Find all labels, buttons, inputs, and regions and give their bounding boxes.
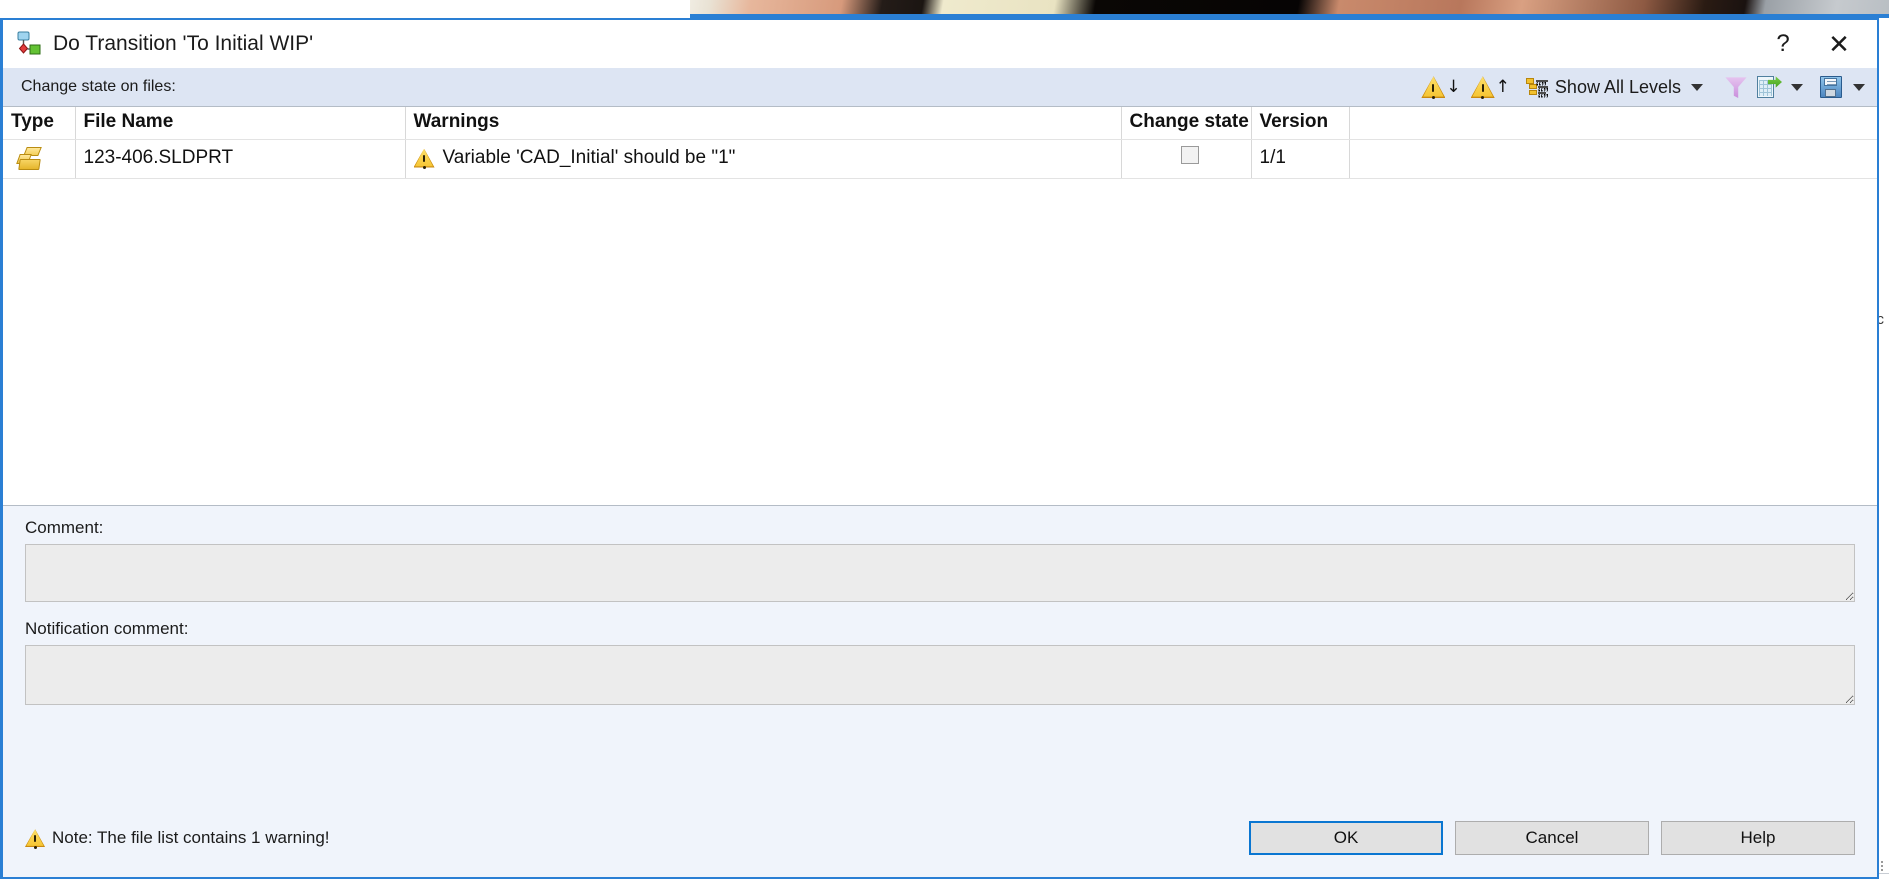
warning-note-text: Note: The file list contains 1 warning! bbox=[52, 828, 330, 847]
chevron-down-icon bbox=[1791, 83, 1803, 91]
warning-triangle-icon bbox=[413, 148, 435, 169]
list-levels-icon bbox=[1525, 78, 1548, 96]
warning-triangle-icon bbox=[25, 829, 45, 850]
background-photo-strip bbox=[690, 0, 1889, 14]
dialog-titlebar: Do Transition 'To Initial WIP' ? ✕ bbox=[3, 20, 1877, 68]
cancel-button[interactable]: Cancel bbox=[1455, 821, 1649, 855]
do-transition-dialog: Do Transition 'To Initial WIP' ? ✕ Chang… bbox=[0, 18, 1879, 879]
help-button[interactable]: Help bbox=[1661, 821, 1855, 855]
previous-warning-button[interactable]: ↓ bbox=[1417, 70, 1464, 104]
file-list-area[interactable]: Type File Name Warnings Change state Ver… bbox=[3, 106, 1877, 505]
comment-section: Comment: Notification comment: Note: The… bbox=[3, 505, 1877, 877]
warning-down-icon bbox=[1421, 76, 1446, 99]
ok-button[interactable]: OK bbox=[1249, 821, 1443, 855]
cell-file-name[interactable]: 123-406.SLDPRT bbox=[75, 139, 406, 179]
file-list-table: Type File Name Warnings Change state Ver… bbox=[3, 107, 1877, 179]
warning-note: Note: The file list contains 1 warning! bbox=[25, 828, 330, 850]
close-icon[interactable]: ✕ bbox=[1811, 21, 1867, 67]
cell-warning-text: Variable 'CAD_Initial' should be "1" bbox=[442, 147, 736, 168]
cell-type bbox=[3, 139, 76, 179]
column-header-warnings[interactable]: Warnings bbox=[405, 107, 1122, 140]
arrow-down-icon: ↓ bbox=[1446, 76, 1461, 97]
filter-button[interactable] bbox=[1721, 70, 1751, 104]
chevron-down-icon bbox=[1853, 83, 1865, 91]
cell-version: 1/1 bbox=[1251, 139, 1350, 179]
dialog-footer: Note: The file list contains 1 warning! … bbox=[25, 821, 1855, 855]
comment-label: Comment: bbox=[25, 518, 104, 537]
workflow-transition-icon bbox=[17, 31, 43, 57]
show-levels-label: Show All Levels bbox=[1554, 76, 1681, 97]
column-header-change-state[interactable]: Change state bbox=[1121, 107, 1252, 140]
help-title-button[interactable]: ? bbox=[1755, 21, 1811, 67]
cell-filler bbox=[1349, 139, 1877, 179]
column-header-type[interactable]: Type bbox=[3, 107, 76, 140]
save-button[interactable] bbox=[1815, 70, 1875, 104]
dialog-toolbar: Change state on files: ↓ ↑ Show All Leve… bbox=[3, 68, 1877, 106]
table-header-row: Type File Name Warnings Change state Ver… bbox=[3, 107, 1877, 140]
export-to-spreadsheet-icon bbox=[1757, 75, 1782, 99]
toolbar-label: Change state on files: bbox=[21, 78, 176, 95]
column-header-file-name[interactable]: File Name bbox=[75, 107, 406, 140]
dialog-title: Do Transition 'To Initial WIP' bbox=[53, 32, 314, 55]
warning-up-icon bbox=[1470, 76, 1495, 99]
funnel-filter-icon bbox=[1725, 77, 1747, 98]
column-header-filler bbox=[1349, 107, 1877, 140]
arrow-up-icon: ↑ bbox=[1495, 76, 1510, 97]
export-button[interactable] bbox=[1753, 70, 1813, 104]
table-row[interactable]: 123-406.SLDPRT Variable 'CAD_Initial' sh… bbox=[3, 139, 1877, 179]
change-state-checkbox[interactable] bbox=[1181, 146, 1199, 164]
cell-change-state[interactable] bbox=[1121, 139, 1252, 179]
chevron-down-icon bbox=[1691, 83, 1703, 91]
notification-comment-label: Notification comment: bbox=[25, 619, 189, 638]
save-floppy-icon bbox=[1819, 75, 1843, 99]
notification-comment-input[interactable] bbox=[25, 645, 1855, 705]
show-levels-dropdown[interactable]: Show All Levels bbox=[1522, 70, 1713, 104]
column-header-version[interactable]: Version bbox=[1251, 107, 1350, 140]
cell-warnings: Variable 'CAD_Initial' should be "1" bbox=[405, 139, 1122, 179]
comment-input[interactable] bbox=[25, 544, 1855, 602]
next-warning-button[interactable]: ↑ bbox=[1467, 70, 1514, 104]
